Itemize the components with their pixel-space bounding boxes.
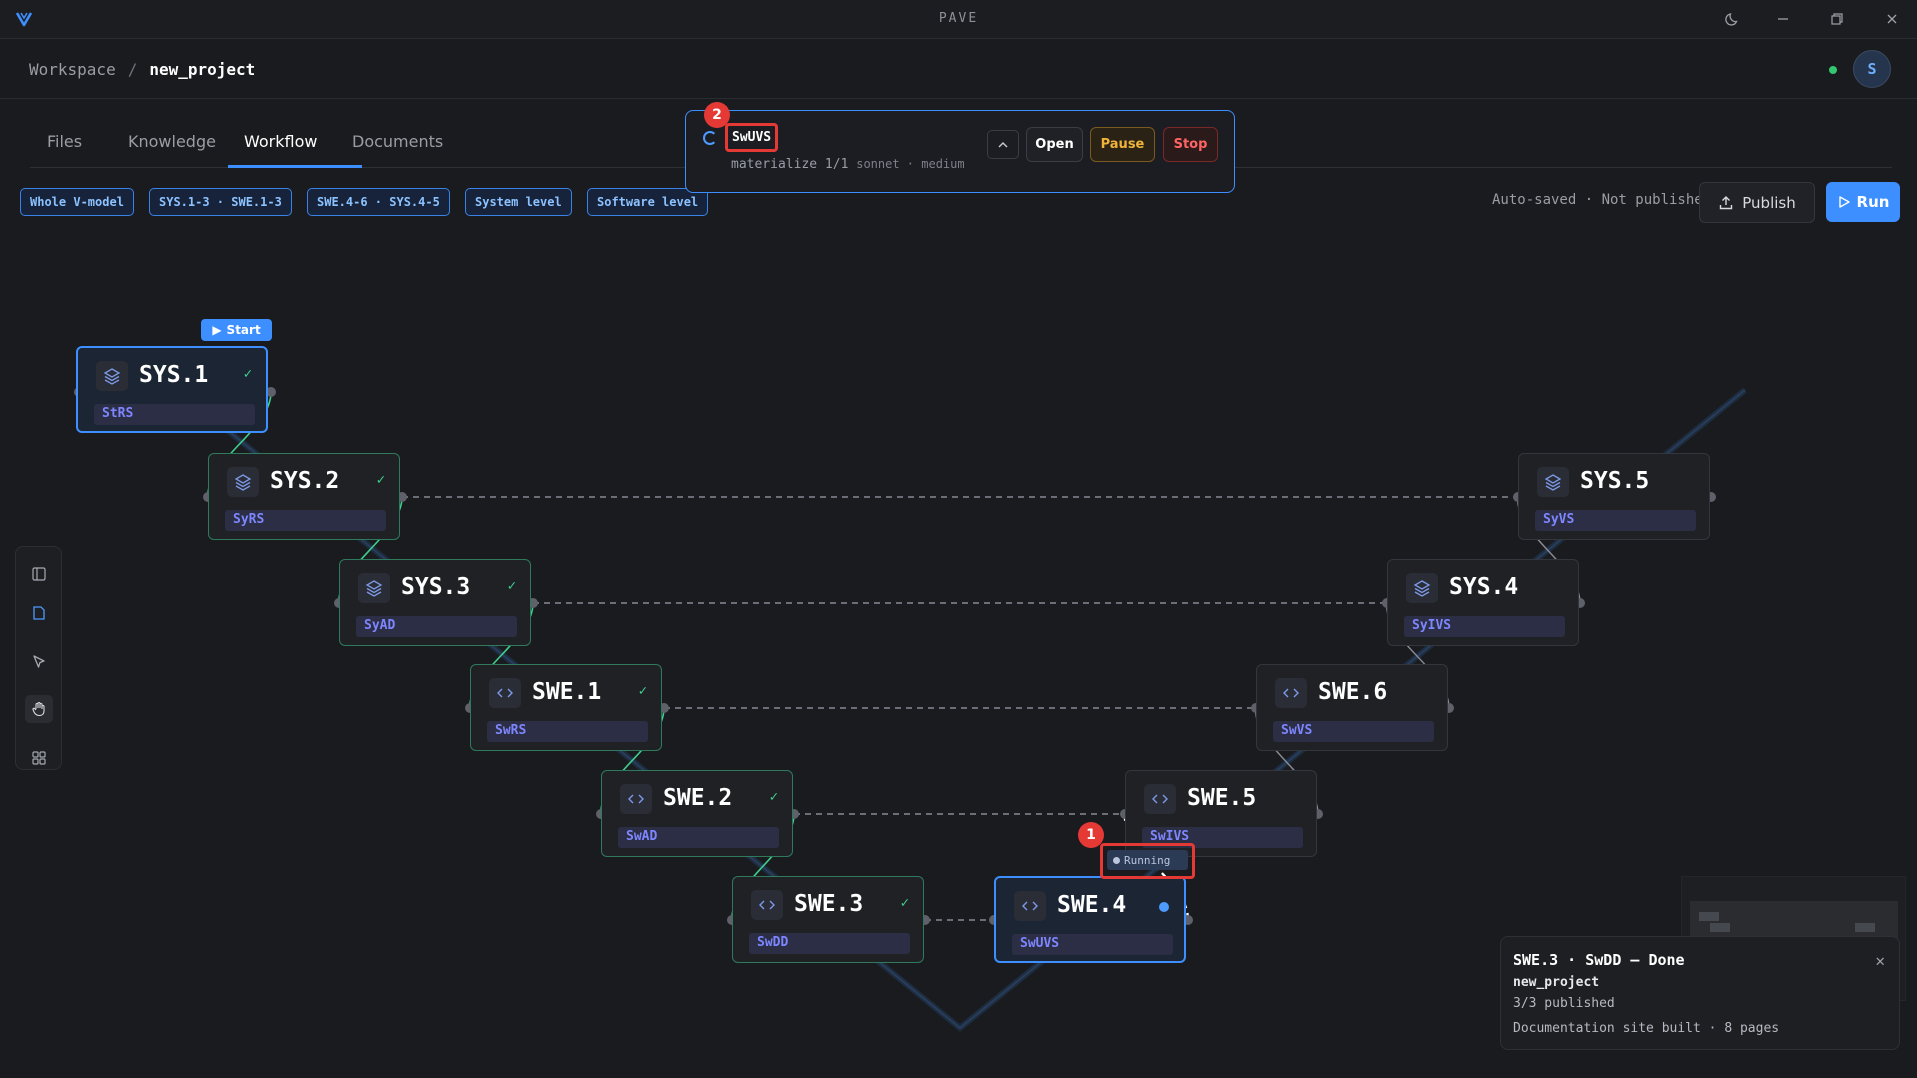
start-tag: ▶ Start: [201, 319, 272, 341]
node-artifact: SwUVS: [1012, 934, 1173, 955]
node-title: SYS.4: [1449, 574, 1519, 600]
node-sys3[interactable]: SYS.3 ✓ SyAD: [339, 559, 531, 646]
panel-icon: [32, 567, 46, 581]
check-icon: ✓: [638, 683, 647, 699]
node-artifact: SwAD: [618, 827, 779, 848]
layers-icon: [358, 573, 390, 603]
node-swe6[interactable]: SWE.6 SwVS: [1256, 664, 1448, 751]
toast-close-icon[interactable]: ✕: [1875, 951, 1885, 970]
canvas-toolbar: [15, 546, 62, 770]
node-artifact: SyAD: [356, 616, 517, 637]
code-icon: [1275, 678, 1307, 708]
check-icon: ✓: [507, 578, 516, 594]
code-icon: [751, 890, 783, 920]
node-artifact: SwDD: [749, 933, 910, 954]
node-sys2[interactable]: SYS.2 ✓ SyRS: [208, 453, 400, 540]
chevron-up-icon: [998, 141, 1008, 148]
check-icon: ✓: [900, 895, 909, 911]
node-title: SYS.1: [139, 362, 209, 388]
layers-icon: [96, 361, 128, 391]
cursor-icon: [33, 655, 45, 668]
run-node-name: SwUVS: [725, 123, 779, 152]
node-sys5[interactable]: SYS.5 SyVS: [1518, 453, 1710, 540]
v-model-guide-line-inner: [171, 384, 1746, 1030]
annotation-badge-1: 1: [1078, 822, 1104, 848]
hand-icon: [32, 701, 45, 717]
layers-icon: [227, 467, 259, 497]
node-title: SWE.4: [1057, 892, 1127, 918]
node-title: SWE.3: [794, 891, 864, 917]
run-meta: sonnet · medium: [856, 157, 965, 171]
document-tool[interactable]: [25, 599, 53, 627]
stop-button[interactable]: Stop: [1163, 127, 1218, 162]
node-artifact: StRS: [94, 404, 255, 425]
running-edge-tag: Running: [1100, 843, 1195, 879]
toast-published: 3/3 published: [1513, 996, 1615, 1011]
start-play-icon: ▶: [212, 323, 222, 337]
running-pill: Running: [1107, 850, 1188, 870]
node-artifact: SyVS: [1535, 510, 1696, 531]
select-tool[interactable]: [25, 648, 53, 676]
node-artifact: SwVS: [1273, 721, 1434, 742]
annotation-badge-2: 2: [704, 102, 730, 128]
toast-project: new_project: [1513, 975, 1600, 990]
toggle-panel-tool[interactable]: [25, 560, 53, 588]
start-label: Start: [226, 323, 261, 337]
running-dot: [1113, 856, 1120, 864]
node-title: SWE.1: [532, 679, 602, 705]
code-icon: [1144, 784, 1176, 814]
file-icon: [33, 606, 45, 620]
check-icon: ✓: [376, 472, 385, 488]
check-icon: ✓: [769, 789, 778, 805]
code-icon: [620, 784, 652, 814]
collapse-button[interactable]: [987, 130, 1019, 159]
run-task: materialize 1/1: [731, 157, 849, 172]
run-subtitle: materialize 1/1 sonnet · medium: [731, 157, 965, 172]
spinner-icon: [703, 131, 717, 145]
node-swe1[interactable]: SWE.1 ✓ SwRS: [470, 664, 662, 751]
grid-icon: [32, 751, 46, 765]
layers-icon: [1537, 467, 1569, 497]
node-title: SWE.2: [663, 785, 733, 811]
toast-detail: Documentation site built · 8 pages: [1513, 1021, 1780, 1036]
node-swe4[interactable]: SWE.4 SwUVS: [994, 876, 1186, 963]
open-button[interactable]: Open: [1026, 127, 1083, 162]
pan-tool[interactable]: [25, 695, 53, 723]
code-icon: [1014, 891, 1046, 921]
node-artifact: SyRS: [225, 510, 386, 531]
node-sys1[interactable]: SYS.1 ✓ StRS: [76, 346, 268, 433]
toast-title: SWE.3 · SwDD — Done: [1513, 951, 1685, 969]
node-artifact: SwRS: [487, 721, 648, 742]
check-icon: ✓: [243, 366, 252, 382]
minimap-node: [1699, 912, 1719, 921]
node-swe3[interactable]: SWE.3 ✓ SwDD: [732, 876, 924, 963]
notification-toast: SWE.3 · SwDD — Done new_project 3/3 publ…: [1500, 936, 1900, 1050]
node-swe2[interactable]: SWE.2 ✓ SwAD: [601, 770, 793, 857]
node-title: SYS.3: [401, 574, 471, 600]
node-artifact: SyIVS: [1404, 616, 1565, 637]
code-icon: [489, 678, 521, 708]
minimap-node: [1710, 923, 1730, 932]
grid-tool[interactable]: [25, 744, 53, 772]
running-indicator: [1159, 902, 1169, 912]
run-panel: SwUVS materialize 1/1 sonnet · medium Op…: [685, 110, 1235, 193]
node-sys4[interactable]: SYS.4 SyIVS: [1387, 559, 1579, 646]
layers-icon: [1406, 573, 1438, 603]
node-title: SYS.5: [1580, 468, 1650, 494]
node-title: SWE.6: [1318, 679, 1388, 705]
minimap-node: [1855, 923, 1875, 932]
node-title: SYS.2: [270, 468, 340, 494]
running-label: Running: [1124, 853, 1171, 867]
v-model-guide-line: [170, 382, 1747, 1032]
pause-button[interactable]: Pause: [1090, 127, 1155, 162]
node-title: SWE.5: [1187, 785, 1257, 811]
